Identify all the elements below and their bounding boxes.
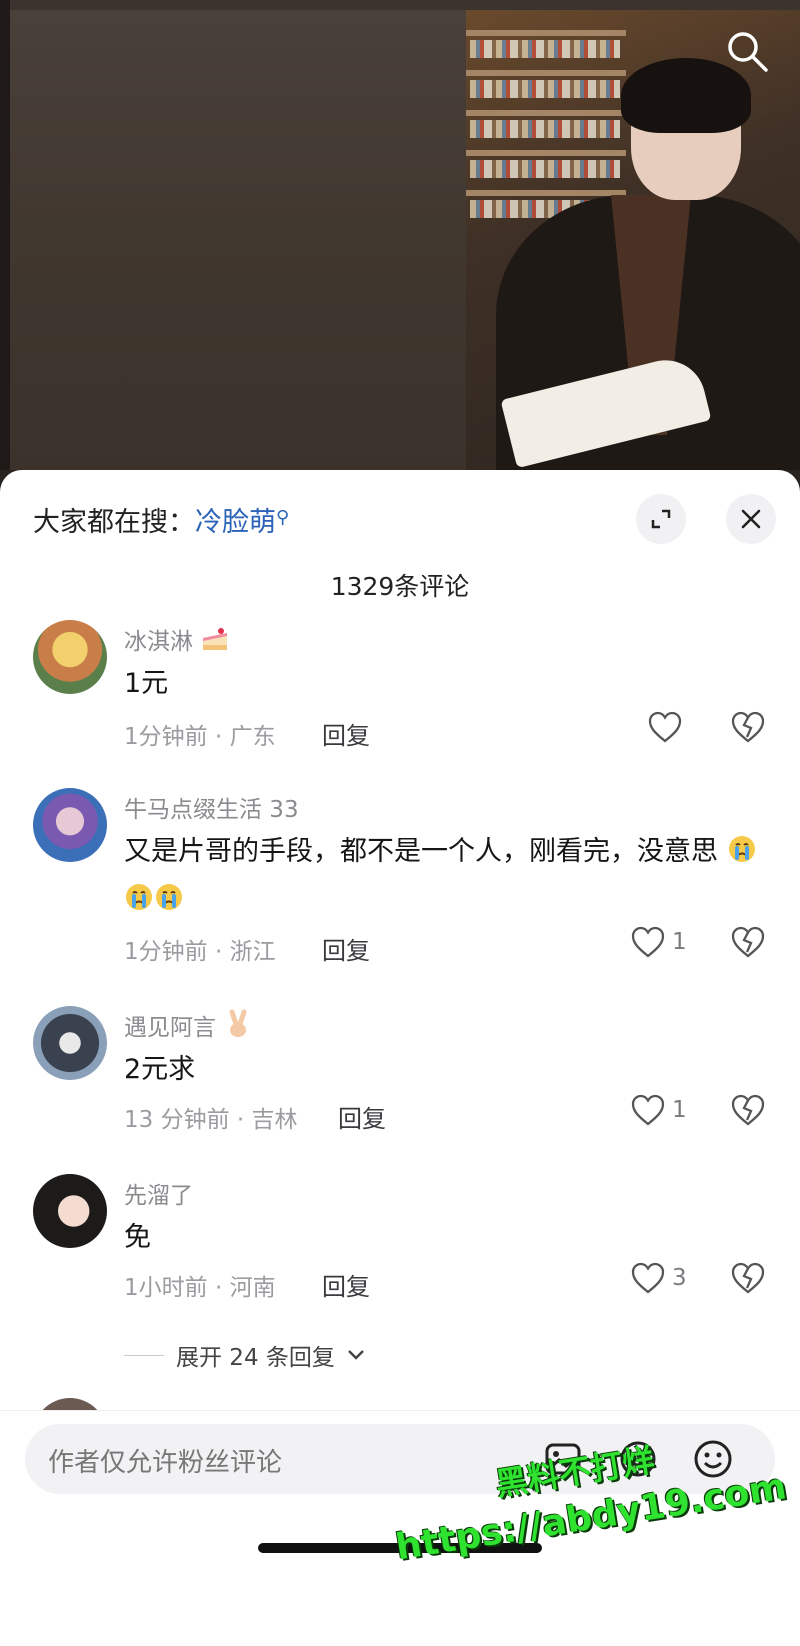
broken-heart-icon (731, 1094, 765, 1126)
heart-icon (648, 711, 682, 743)
bookshelf-row (470, 120, 620, 138)
comment-time-location: 1小时前 · 河南 (124, 1275, 276, 1301)
like-count: 1 (672, 929, 687, 955)
dislike-button[interactable] (730, 710, 766, 748)
comment-text-body: 又是片哥的手段，都不是一个人，刚看完，没意思 (124, 836, 718, 867)
bookshelf (466, 70, 626, 76)
small-search-icon: ⚲ (276, 507, 290, 528)
bookshelf (466, 110, 626, 116)
bookshelf (466, 190, 626, 196)
comment-input[interactable]: 作者仅允许粉丝评论 (25, 1424, 775, 1494)
video-player[interactable] (0, 0, 800, 470)
comment-time-location: 1分钟前 · 广东 (124, 724, 276, 750)
search-icon[interactable] (724, 28, 770, 74)
close-button[interactable] (726, 494, 776, 544)
comment-text: 1元 (124, 668, 169, 699)
comment-text: 又是片哥的手段，都不是一个人，刚看完，没意思 (124, 828, 764, 924)
comment-author-name: 遇见阿言 (124, 1015, 216, 1041)
bookshelf-row (470, 160, 620, 178)
comment-author-name[interactable]: 先溜了 (124, 1176, 193, 1210)
comment-panel-header: 大家都在搜：冷脸萌⚲ (0, 470, 800, 550)
video-right-frame (466, 10, 800, 470)
avatar[interactable] (33, 1006, 107, 1080)
comment-text: 2元求 (124, 1054, 196, 1085)
reply-button[interactable]: 回复 (338, 1099, 386, 1134)
dislike-button[interactable] (730, 1093, 766, 1131)
dislike-button[interactable] (730, 925, 766, 963)
reply-button[interactable]: 回复 (322, 931, 370, 966)
avatar[interactable] (33, 620, 107, 694)
like-button[interactable] (647, 710, 689, 744)
hot-search-prefix: 大家都在搜： (33, 507, 195, 538)
like-count: 3 (672, 1265, 687, 1291)
broken-heart-icon (731, 926, 765, 958)
video-left-frame (10, 10, 466, 470)
hot-search[interactable]: 大家都在搜：冷脸萌⚲ (33, 500, 289, 539)
bookshelf (466, 150, 626, 156)
like-button[interactable]: 1 (630, 925, 687, 959)
video-left-edge (0, 0, 10, 470)
fullscreen-button[interactable] (636, 494, 686, 544)
comment-time-location: 13 分钟前 · 吉林 (124, 1107, 298, 1133)
dislike-button[interactable] (730, 1261, 766, 1299)
comment-count: 1329条评论 (330, 572, 470, 601)
chevron-down-icon (348, 1350, 364, 1360)
heart-icon (631, 1262, 665, 1294)
reply-button[interactable]: 回复 (322, 716, 370, 751)
comment-author[interactable]: 遇见阿言 (124, 1008, 253, 1042)
broken-heart-icon (731, 711, 765, 743)
comment-input-placeholder: 作者仅允许粉丝评论 (48, 1448, 283, 1478)
bookshelf-row (470, 80, 620, 98)
cake-icon (203, 628, 228, 650)
like-button[interactable]: 3 (630, 1261, 687, 1295)
expand-replies-button[interactable]: 展开 24 条回复 (124, 1338, 365, 1372)
avatar[interactable] (33, 1174, 107, 1248)
victory-hand-icon (229, 1009, 247, 1037)
like-count: 1 (672, 1097, 687, 1123)
comment-text: 免 (124, 1222, 151, 1253)
bookshelf (466, 30, 626, 36)
crying-face-icon (156, 884, 182, 910)
reply-button[interactable]: 回复 (322, 1267, 370, 1302)
close-icon (741, 509, 761, 529)
hot-search-keyword[interactable]: 冷脸萌 (195, 507, 276, 538)
comment-author-name[interactable]: 牛马点缀生活 33 (124, 790, 299, 824)
comment-author[interactable]: 冰淇淋 (124, 622, 230, 656)
broken-heart-icon (731, 1262, 765, 1294)
like-button[interactable]: 1 (630, 1093, 687, 1127)
crying-face-icon (126, 884, 152, 910)
heart-icon (631, 1094, 665, 1126)
avatar[interactable] (33, 788, 107, 862)
expand-icon (651, 509, 671, 529)
expand-replies-label: 展开 24 条回复 (176, 1345, 335, 1371)
comment-time-location: 1分钟前 · 浙江 (124, 939, 276, 965)
heart-icon (631, 926, 665, 958)
divider (124, 1354, 164, 1356)
bookshelf-row (470, 40, 620, 58)
comment-author-name: 冰淇淋 (124, 629, 193, 655)
crying-face-icon (728, 836, 755, 862)
